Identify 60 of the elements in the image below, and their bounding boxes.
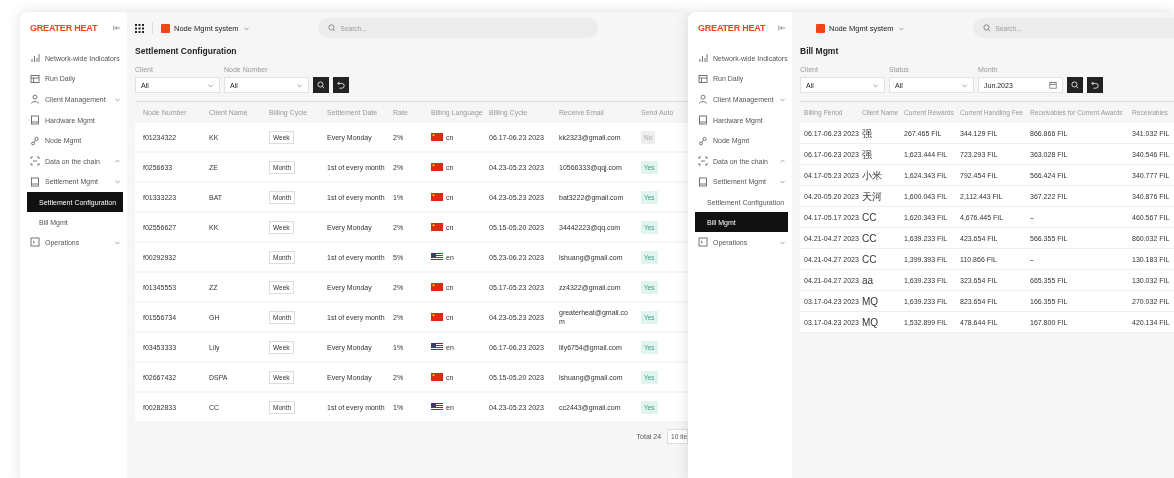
- document-icon: [30, 176, 40, 187]
- search-button[interactable]: [1067, 77, 1083, 93]
- table-cell: 天河: [862, 191, 882, 201]
- flag-icon: [431, 223, 443, 231]
- flag-icon: [431, 133, 443, 141]
- chevron-icon: [779, 178, 786, 186]
- user-icon: [30, 94, 40, 105]
- flag-icon: [431, 403, 443, 411]
- collapse-icon: [778, 24, 786, 32]
- user-icon: [698, 94, 708, 105]
- table-cell: CC: [862, 254, 877, 264]
- page-title: Bill Mgmt: [800, 45, 840, 58]
- logo: GREATER HEAT: [698, 23, 766, 33]
- flag-icon: [431, 163, 443, 171]
- search-icon: [1071, 81, 1079, 89]
- reset-button[interactable]: [1087, 77, 1103, 93]
- table-cell: MQ: [862, 317, 879, 327]
- chevron-icon: [779, 96, 786, 103]
- table-cell: CC: [862, 212, 877, 222]
- bar-chart-icon: [698, 53, 708, 64]
- document-icon: [698, 176, 708, 187]
- apps-grid-icon[interactable]: [135, 23, 144, 33]
- nodes-icon: [30, 135, 40, 146]
- search-icon: [982, 24, 991, 32]
- chevron-icon: [114, 96, 121, 103]
- search-icon: [317, 81, 325, 89]
- chain-icon: [30, 156, 40, 167]
- page-title: Settlement Configuration: [135, 45, 238, 58]
- table-cell: aa: [862, 275, 874, 285]
- monitor-icon: [698, 115, 708, 126]
- table-cell: 强: [862, 128, 872, 138]
- table-cell: CC: [862, 233, 877, 243]
- table-cell: 强: [862, 149, 872, 159]
- flag-icon: [431, 343, 443, 351]
- table-cell: MQ: [862, 296, 879, 306]
- calendar-icon: [30, 73, 40, 84]
- monitor-icon: [30, 115, 40, 126]
- calendar-icon: [698, 73, 708, 84]
- flag-icon: [431, 193, 443, 201]
- search-button[interactable]: [313, 77, 329, 93]
- undo-icon: [1091, 81, 1099, 89]
- flag-icon: [431, 253, 443, 261]
- flag-icon: [431, 313, 443, 321]
- collapse-icon: [113, 24, 121, 32]
- chevron-icon: [114, 157, 121, 165]
- bar-chart-icon: [30, 53, 40, 64]
- flag-icon: [431, 283, 443, 291]
- search-icon: [327, 24, 336, 32]
- terminal-icon: [698, 237, 708, 248]
- terminal-icon: [30, 237, 40, 248]
- undo-icon: [337, 81, 345, 89]
- chevron-icon: [114, 178, 121, 186]
- logo: GREATER HEAT: [30, 23, 98, 33]
- table-cell: 小米: [862, 170, 882, 180]
- chain-icon: [698, 156, 708, 167]
- reset-button[interactable]: [333, 77, 349, 93]
- nodes-icon: [698, 135, 708, 146]
- calendar-icon: [1049, 81, 1057, 89]
- flag-icon: [431, 373, 443, 381]
- chevron-icon: [779, 157, 786, 165]
